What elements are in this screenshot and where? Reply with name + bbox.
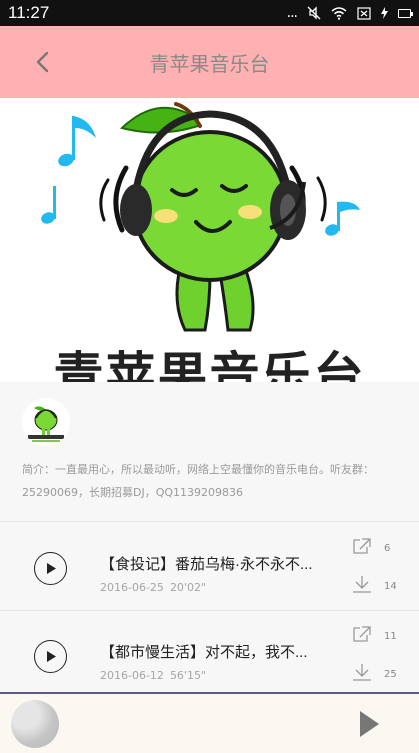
player-play-button[interactable]: [358, 710, 380, 742]
now-playing-cover[interactable]: [11, 700, 59, 748]
download-button[interactable]: [352, 663, 372, 685]
track-duration: 20'02": [169, 581, 207, 594]
title-bar: 青苹果音乐台: [0, 26, 419, 98]
charging-icon: [381, 7, 388, 19]
chevron-left-icon: [36, 51, 49, 73]
share-count: 11: [384, 631, 397, 642]
track-play-button[interactable]: [34, 640, 67, 673]
track-row[interactable]: 【都市慢生活】对不起，我不... 2016-06-12 56'15" 11 25: [0, 611, 419, 699]
sim-icon: [357, 6, 371, 20]
download-count: 14: [384, 581, 397, 592]
mini-player: [0, 692, 419, 753]
channel-info: 简介：一直最用心，所以最动听，网络上空最懂你的音乐电台。听友群：25290069…: [0, 382, 419, 522]
track-date: 2016-06-25: [100, 581, 164, 594]
play-icon: [46, 563, 56, 574]
download-count: 25: [384, 669, 397, 680]
play-icon: [46, 651, 56, 662]
track-row[interactable]: 【食投记】番茄乌梅·永不永不... 2016-06-25 20'02" 6 14: [0, 523, 419, 611]
track-duration: 56'15": [169, 669, 207, 682]
apple-mascot-icon: [28, 406, 64, 442]
track-title: 【都市慢生活】对不起，我不...: [100, 644, 308, 661]
channel-avatar: [22, 398, 70, 446]
status-icons: ...: [286, 5, 413, 21]
download-button[interactable]: [352, 575, 372, 597]
status-bar: 11:27 ...: [0, 0, 419, 26]
share-count: 6: [384, 543, 391, 554]
channel-description: 简介：一直最用心，所以最动听，网络上空最懂你的音乐电台。听友群：25290069…: [22, 463, 374, 499]
back-button[interactable]: [24, 44, 60, 80]
channel-banner: 青苹果音乐台: [0, 98, 419, 382]
play-icon: [360, 711, 379, 737]
signal-dots-icon: ...: [286, 5, 298, 21]
apple-mascot-logo: [41, 102, 360, 332]
download-icon: [353, 576, 371, 593]
page-title: 青苹果音乐台: [149, 53, 270, 76]
banner-logo-text: 青苹果音乐台: [53, 348, 366, 382]
battery-icon: [398, 8, 413, 18]
share-icon: [353, 626, 371, 642]
track-play-button[interactable]: [34, 552, 67, 585]
track-meta: 2016-06-12 56'15": [100, 669, 206, 682]
share-button[interactable]: [352, 625, 372, 647]
wifi-icon: [331, 6, 347, 20]
track-meta: 2016-06-25 20'02": [100, 581, 206, 594]
share-icon: [353, 538, 371, 554]
status-time: 11:27: [8, 3, 50, 22]
mute-icon: [307, 6, 321, 20]
track-date: 2016-06-12: [100, 669, 164, 682]
track-title: 【食投记】番茄乌梅·永不永不...: [100, 556, 313, 573]
download-icon: [353, 664, 371, 681]
share-button[interactable]: [352, 537, 372, 559]
